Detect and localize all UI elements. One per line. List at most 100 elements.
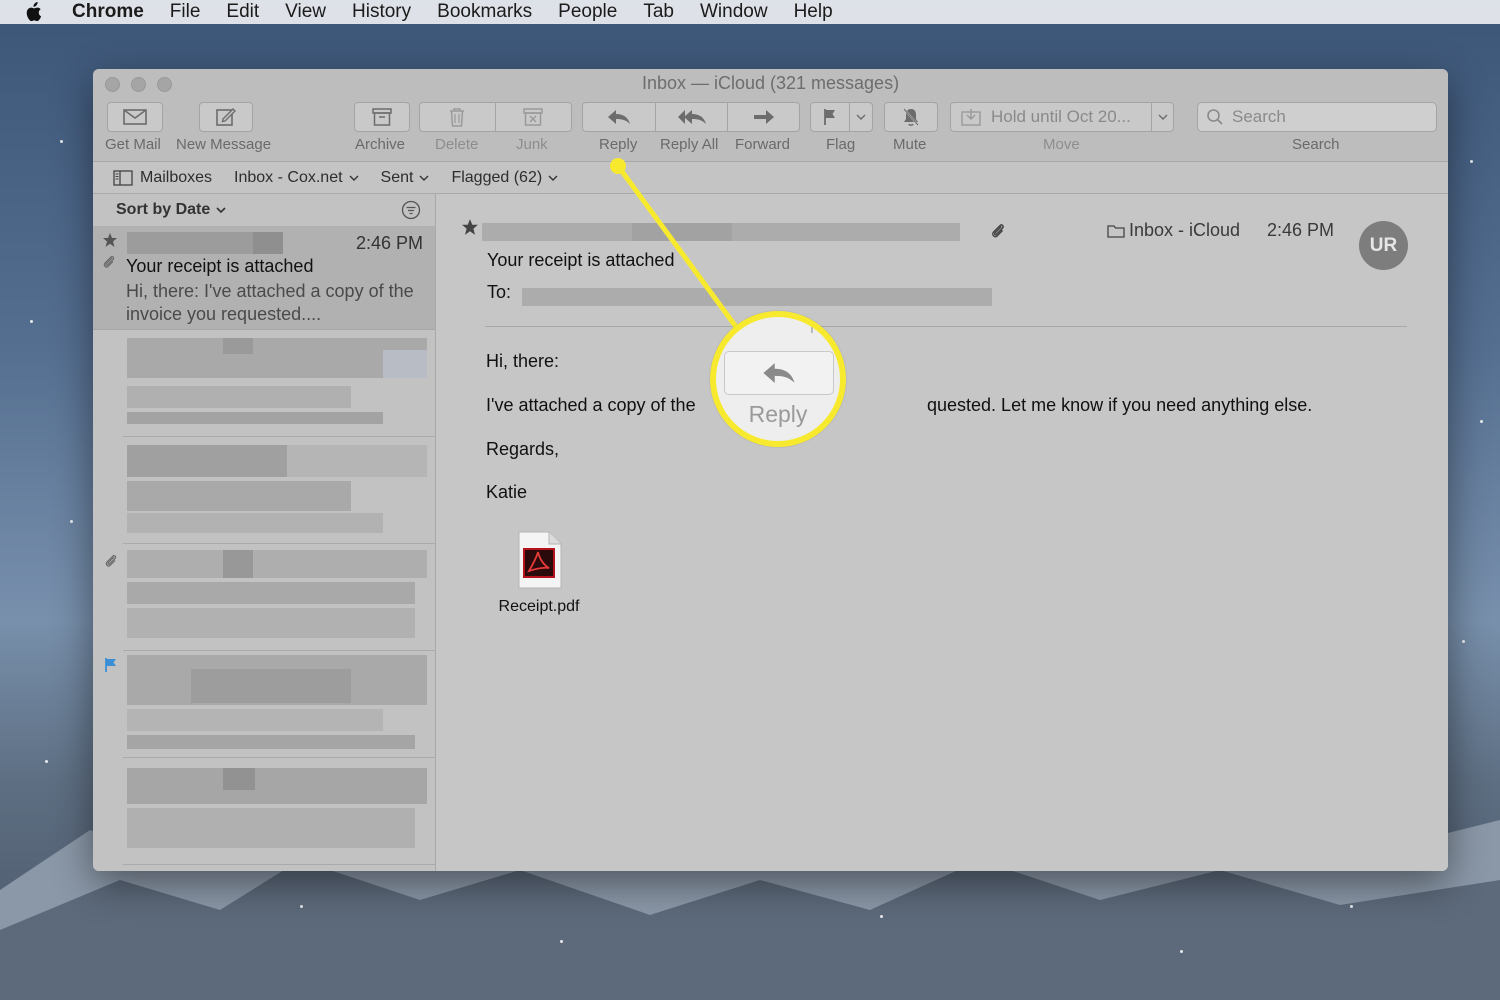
- star-icon[interactable]: [461, 218, 479, 236]
- delete-label: Delete: [435, 136, 479, 153]
- menu-help[interactable]: Help: [794, 1, 833, 23]
- sort-by-date-button[interactable]: Sort by Date: [116, 201, 226, 219]
- search-label: Search: [1292, 136, 1340, 153]
- reply-callout: Reply: [710, 311, 846, 447]
- message-time: 2:46 PM: [355, 233, 423, 253]
- move-dropdown[interactable]: [1151, 103, 1173, 131]
- message-preview: Hi, there: I've attached a copy of the i…: [126, 281, 414, 324]
- chevron-down-icon: [216, 207, 226, 213]
- reply-button[interactable]: [583, 103, 656, 131]
- flag-icon: [824, 109, 835, 125]
- sender-redacted: [253, 232, 283, 254]
- attachment-filename: Receipt.pdf: [498, 598, 580, 615]
- window-title: Inbox — iCloud (321 messages): [641, 73, 900, 93]
- chevron-down-icon: [349, 175, 359, 181]
- junk-button[interactable]: [496, 103, 572, 131]
- search-placeholder: Search: [1232, 107, 1286, 126]
- recipient-redacted: [522, 288, 992, 306]
- favorite-flagged[interactable]: Flagged (62): [451, 169, 558, 187]
- sender-redacted: [632, 223, 732, 241]
- menu-bar: Chrome File Edit View History Bookmarks …: [0, 0, 1500, 24]
- body-text-start: I've attached a copy of the: [486, 395, 696, 415]
- sort-label: Sort by Date: [116, 201, 211, 218]
- flag-button[interactable]: [811, 103, 850, 131]
- favorite-inbox[interactable]: Inbox - Cox.net: [234, 169, 359, 187]
- chevron-down-icon: [548, 175, 558, 181]
- favorite-sent[interactable]: Sent: [381, 169, 430, 187]
- toolbar-separator-mark: [811, 323, 821, 333]
- message-row[interactable]: [123, 437, 435, 544]
- message-row[interactable]: [123, 330, 435, 437]
- menu-app-chrome[interactable]: Chrome: [72, 1, 144, 23]
- body-closing: Regards,: [486, 439, 560, 459]
- search-icon: [1207, 109, 1223, 125]
- junk-label: Junk: [516, 136, 548, 153]
- menu-edit[interactable]: Edit: [226, 1, 259, 23]
- sort-bar: Sort by Date: [93, 194, 435, 226]
- message-row[interactable]: [123, 544, 435, 651]
- reply-all-button[interactable]: [656, 103, 728, 131]
- reply-icon: [763, 363, 795, 383]
- menu-tab[interactable]: Tab: [643, 1, 674, 23]
- favorite-flagged-label: Flagged (62): [451, 168, 543, 186]
- move-selector[interactable]: Hold until Oct 20...: [950, 102, 1174, 132]
- reply-button-magnified[interactable]: [724, 351, 834, 395]
- new-message-button[interactable]: [199, 102, 253, 132]
- mute-button[interactable]: [884, 102, 938, 132]
- folder-icon: [1107, 224, 1125, 238]
- archive-label: Archive: [355, 136, 406, 153]
- message-viewer: Inbox - iCloud 2:46 PM UR Your receipt i…: [437, 194, 1448, 871]
- menu-bookmarks[interactable]: Bookmarks: [437, 1, 532, 23]
- pdf-file-icon: [518, 531, 562, 589]
- delete-button[interactable]: [420, 103, 496, 131]
- reply-all-label: Reply All: [660, 136, 719, 153]
- filter-icon[interactable]: [401, 200, 421, 220]
- pdf-attachment[interactable]: Receipt.pdf: [489, 530, 589, 616]
- junk-icon: [523, 108, 543, 126]
- compose-icon: [216, 108, 236, 126]
- get-mail-button[interactable]: [107, 102, 163, 132]
- menu-view[interactable]: View: [285, 1, 326, 23]
- star-icon: [103, 233, 117, 247]
- trash-icon: [450, 108, 465, 127]
- header-divider: [485, 326, 1407, 327]
- message-row-selected[interactable]: 2:46 PM Your receipt is attached Hi, the…: [93, 226, 435, 330]
- move-selector-value: Hold until Oct 20...: [991, 107, 1131, 126]
- message-time: 2:46 PM: [1267, 220, 1335, 240]
- reply-label: Reply: [599, 136, 638, 153]
- body-text-end: quested. Let me know if you need anythin…: [927, 395, 1313, 415]
- body-greeting: Hi, there:: [486, 351, 560, 371]
- mailboxes-button[interactable]: Mailboxes: [113, 169, 212, 187]
- favorite-inbox-label: Inbox - Cox.net: [234, 168, 343, 186]
- forward-button[interactable]: [728, 103, 799, 131]
- mute-label: Mute: [893, 136, 927, 153]
- move-label: Move: [1043, 136, 1080, 153]
- message-row[interactable]: [123, 758, 435, 865]
- message-row[interactable]: [123, 651, 435, 758]
- menu-window[interactable]: Window: [700, 1, 768, 23]
- message-list: Sort by Date 2:46 PM Your receipt is att…: [93, 194, 436, 871]
- flag-dropdown[interactable]: [850, 103, 872, 131]
- archive-button[interactable]: [354, 102, 410, 132]
- window-toolbar: Inbox — iCloud (321 messages) Get Mail N…: [93, 69, 1448, 162]
- body-signature: Katie: [486, 482, 528, 502]
- new-message-label: New Message: [176, 136, 272, 153]
- reply-group: [582, 102, 800, 132]
- favorite-sent-label: Sent: [380, 168, 414, 186]
- get-mail-label: Get Mail: [105, 136, 161, 153]
- attachment-icon: [105, 554, 117, 567]
- delete-junk-group: [419, 102, 572, 132]
- mailboxes-label: Mailboxes: [140, 168, 213, 186]
- forward-label: Forward: [735, 136, 791, 153]
- menu-history[interactable]: History: [352, 1, 411, 23]
- message-mailbox[interactable]: Inbox - iCloud: [1107, 220, 1240, 241]
- flag-label: Flag: [826, 136, 856, 153]
- sidebar-icon: [113, 169, 133, 186]
- message-subject: Your receipt is attached: [487, 250, 675, 270]
- menu-file[interactable]: File: [170, 1, 201, 23]
- menu-people[interactable]: People: [558, 1, 617, 23]
- favorites-bar: Mailboxes Inbox - Cox.net Sent Flagged (…: [93, 162, 1448, 194]
- flag-icon: [105, 658, 116, 672]
- search-field[interactable]: Search: [1197, 102, 1437, 132]
- apple-icon[interactable]: [24, 2, 46, 22]
